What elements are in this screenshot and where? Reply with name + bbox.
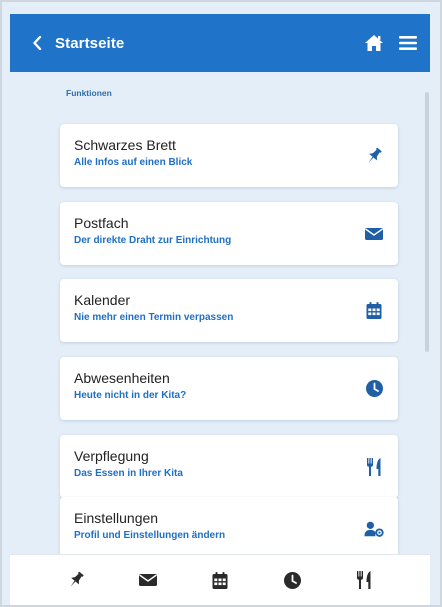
calendar-icon bbox=[212, 571, 228, 589]
back-button[interactable]: Startseite bbox=[10, 14, 124, 72]
card-subtitle: Der direkte Draht zur Einrichtung bbox=[74, 235, 232, 246]
envelope-icon bbox=[139, 574, 157, 586]
card-title: Kalender bbox=[74, 292, 131, 308]
section-label: Funktionen bbox=[66, 88, 112, 98]
nav-item-postfach[interactable] bbox=[128, 560, 168, 600]
card-kalender[interactable]: Kalender Nie mehr einen Termin verpassen bbox=[60, 279, 398, 342]
fork-knife-icon bbox=[367, 457, 381, 476]
nav-item-verpflegung[interactable] bbox=[344, 560, 384, 600]
scrollbar[interactable] bbox=[425, 92, 429, 352]
pin-icon bbox=[368, 147, 382, 163]
nav-item-abwesenheiten[interactable] bbox=[272, 560, 312, 600]
back-label: Startseite bbox=[55, 34, 125, 52]
card-title: Verpflegung bbox=[74, 448, 149, 464]
menu-icon bbox=[399, 36, 417, 50]
card-title: Postfach bbox=[74, 215, 129, 231]
fork-knife-icon bbox=[357, 571, 371, 589]
card-subtitle: Heute nicht in der Kita? bbox=[74, 390, 187, 401]
card-title: Schwarzes Brett bbox=[74, 137, 176, 153]
top-bar: Startseite bbox=[10, 14, 430, 72]
nav-item-kalender[interactable] bbox=[200, 560, 240, 600]
card-subtitle: Nie mehr einen Termin verpassen bbox=[74, 312, 234, 323]
card-abwesenheiten[interactable]: Abwesenheiten Heute nicht in der Kita? bbox=[60, 357, 398, 420]
card-schwarzes-brett[interactable]: Schwarzes Brett Alle Infos auf einen Bli… bbox=[60, 124, 398, 187]
card-subtitle: Profil und Einstellungen ändern bbox=[74, 530, 226, 541]
envelope-icon bbox=[365, 227, 383, 240]
chevron-left-icon bbox=[33, 36, 42, 50]
card-title: Abwesenheiten bbox=[74, 370, 170, 386]
user-settings-icon bbox=[364, 521, 384, 537]
card-verpflegung[interactable]: Verpflegung Das Essen in Ihrer Kita bbox=[60, 435, 398, 498]
pin-icon bbox=[70, 571, 84, 587]
card-subtitle: Das Essen in Ihrer Kita bbox=[74, 468, 183, 479]
card-postfach[interactable]: Postfach Der direkte Draht zur Einrichtu… bbox=[60, 202, 398, 265]
home-button[interactable] bbox=[364, 34, 384, 52]
card-einstellungen[interactable]: Einstellungen Profil und Einstellungen ä… bbox=[60, 497, 398, 554]
menu-button[interactable] bbox=[398, 35, 418, 51]
calendar-icon bbox=[366, 302, 382, 319]
clock-icon bbox=[283, 571, 301, 589]
bottom-nav bbox=[10, 554, 430, 605]
card-subtitle: Alle Infos auf einen Blick bbox=[74, 157, 193, 168]
main-content: Funktionen Schwarzes Brett Alle Infos au… bbox=[10, 72, 430, 554]
nav-item-pinboard[interactable] bbox=[56, 560, 96, 600]
home-icon bbox=[365, 35, 383, 51]
card-title: Einstellungen bbox=[74, 510, 159, 526]
clock-icon bbox=[365, 380, 383, 397]
